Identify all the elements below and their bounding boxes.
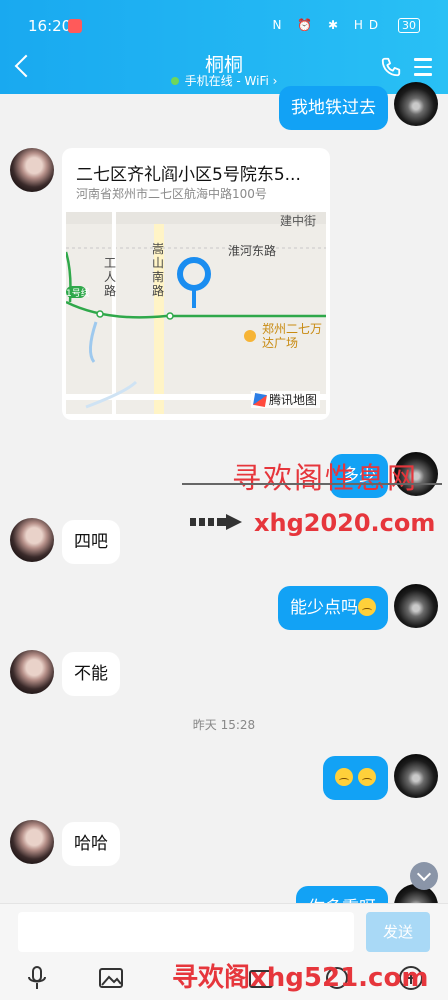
status-indicators: N ⏰ ✱ HD xyxy=(272,18,385,32)
notification-icon xyxy=(68,19,82,33)
status-icons: N ⏰ ✱ HD 30 xyxy=(272,18,420,33)
message-input[interactable] xyxy=(18,912,354,952)
contact-avatar[interactable] xyxy=(10,148,54,192)
battery-icon: 30 xyxy=(398,18,420,33)
chat-header: 16:20 N ⏰ ✱ HD 30 桐桐 手机在线 - WiFi › xyxy=(0,0,448,94)
message-bubble-received[interactable]: 不能 xyxy=(62,652,120,696)
watermark-url: xhg2020.com xyxy=(254,509,436,537)
tencent-map-icon xyxy=(253,393,267,407)
status-time: 16:20 xyxy=(28,17,72,35)
map-label-metro: 1号线 xyxy=(66,289,90,299)
contact-avatar[interactable] xyxy=(10,820,54,864)
menu-icon[interactable] xyxy=(414,58,432,76)
map-label-road-1: 建中街 xyxy=(280,214,317,228)
map-label-road-2: 淮河东路 xyxy=(228,244,277,258)
phone-icon[interactable] xyxy=(380,56,402,78)
my-avatar[interactable] xyxy=(394,584,438,628)
thinking-emoji-icon xyxy=(358,598,376,616)
map-logo-text: 腾讯地图 xyxy=(268,393,317,407)
my-avatar[interactable] xyxy=(394,82,438,126)
watermark-bottom: 寻欢阁xhg521.com xyxy=(172,963,429,993)
map-label-road-4: 嵩山南路 xyxy=(152,242,165,298)
location-address: 河南省郑州市二七区航海中路100号 xyxy=(76,187,267,201)
message-bubble-received[interactable]: 四吧 xyxy=(62,520,120,564)
pleading-emoji-icon xyxy=(334,768,353,786)
composer-bar: 发送 xyxy=(0,903,448,957)
online-status-text: 手机在线 - WiFi › xyxy=(184,74,278,88)
online-dot xyxy=(170,77,179,85)
pleading-emoji-icon xyxy=(358,768,376,786)
scroll-to-bottom-button[interactable] xyxy=(410,862,438,890)
message-text: 能少点吗 xyxy=(290,598,358,618)
send-button[interactable]: 发送 xyxy=(366,912,430,952)
watermark-text: 寻欢阁性息网 xyxy=(232,461,419,495)
contact-avatar[interactable] xyxy=(10,518,54,562)
map-label-road-3: 工人路 xyxy=(104,256,117,298)
mic-icon[interactable] xyxy=(24,965,50,991)
watermark-ruler xyxy=(182,483,442,485)
status-bar: 16:20 N ⏰ ✱ HD 30 xyxy=(0,0,448,40)
map-label-poi: 郑州二七万达广场 xyxy=(262,322,323,350)
location-title: 二七区齐礼阎小区5号院东5... xyxy=(76,165,301,185)
image-icon[interactable] xyxy=(98,965,124,991)
map-preview[interactable]: 建中街 淮河东路 工人路 嵩山南路 1号线 郑州二七万达广场 腾讯地图 xyxy=(66,212,326,414)
message-bubble-sent[interactable]: 我地铁过去 xyxy=(279,86,388,130)
message-bubble-received[interactable]: 哈哈 xyxy=(62,822,120,866)
my-avatar[interactable] xyxy=(394,754,438,798)
location-card[interactable]: 二七区齐礼阎小区5号院东5... 河南省郑州市二七区航海中路100号 建中街 淮… xyxy=(62,148,330,420)
message-bubble-sent[interactable] xyxy=(322,756,388,800)
map-logo: 腾讯地图 xyxy=(250,391,320,408)
time-separator: 昨天 15:28 xyxy=(192,718,256,732)
contact-avatar[interactable] xyxy=(10,650,54,694)
watermark-arrow-icon xyxy=(190,514,242,530)
map-drawing xyxy=(66,212,326,414)
message-bubble-sent[interactable]: 能少点吗 xyxy=(278,586,388,630)
